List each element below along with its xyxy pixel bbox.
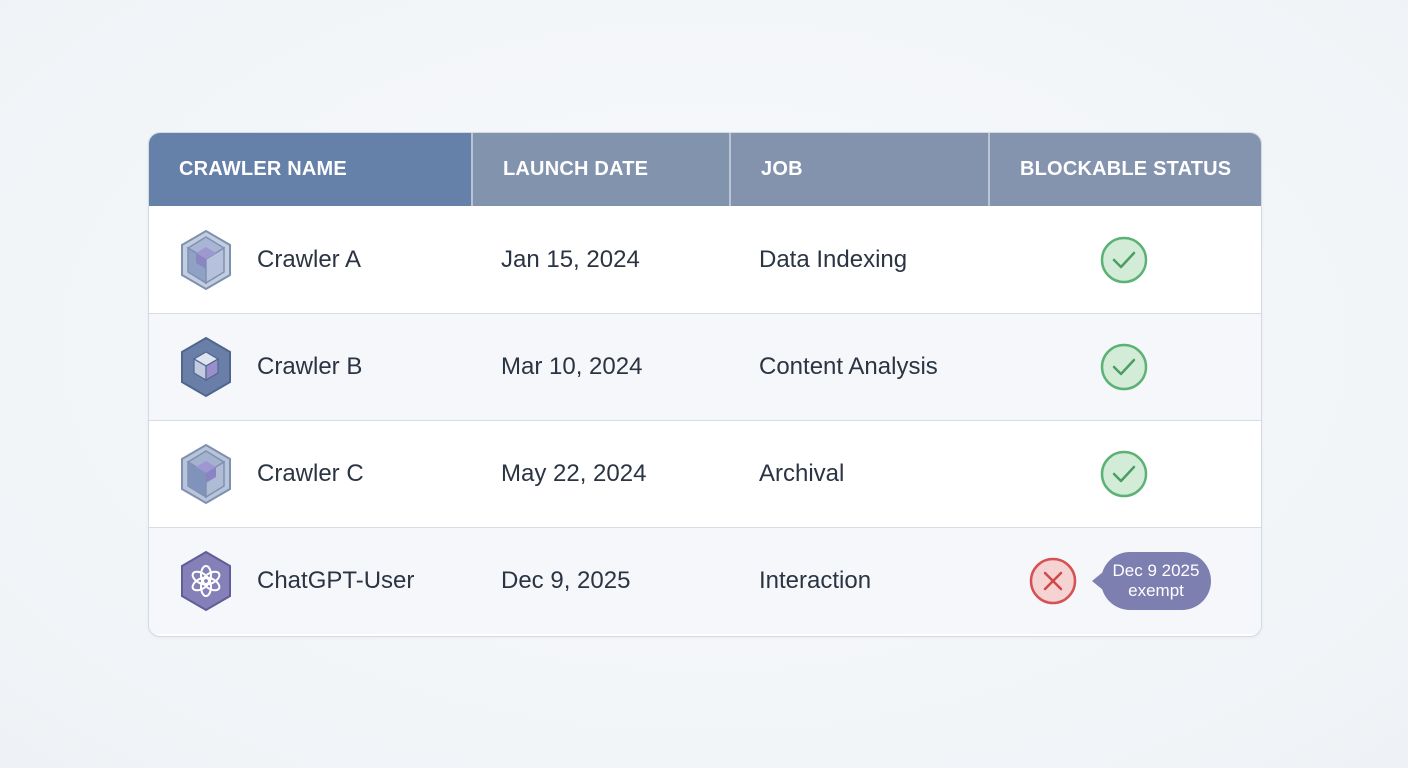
- job-cell: Archival: [759, 460, 845, 487]
- name-cell: Crawler C: [149, 421, 471, 527]
- crawler-name: Crawler B: [257, 353, 363, 380]
- crawler-table: CRAWLER NAME LAUNCH DATE JOB BLOCKABLE S…: [148, 132, 1262, 637]
- header-launch-date[interactable]: LAUNCH DATE: [471, 133, 729, 206]
- date-cell: Mar 10, 2024: [501, 353, 643, 380]
- job-cell: Content Analysis: [759, 353, 938, 380]
- check-circle-icon: [1100, 343, 1148, 391]
- crawler-name: Crawler C: [257, 460, 364, 487]
- openai-logo-icon: [181, 550, 231, 612]
- table-header: CRAWLER NAME LAUNCH DATE JOB BLOCKABLE S…: [149, 133, 1261, 206]
- table-row[interactable]: Crawler A Jan 15, 2024 Data Indexing: [149, 206, 1261, 313]
- crawler-name: ChatGPT-User: [257, 567, 415, 594]
- status-cell: [988, 314, 1261, 420]
- exempt-badge-label: exempt: [1128, 581, 1184, 600]
- cube-hexagon-icon: [181, 229, 231, 290]
- status-cell: [988, 206, 1261, 313]
- exempt-badge-date: Dec 9 2025: [1112, 561, 1200, 580]
- check-circle-icon: [1100, 236, 1148, 283]
- header-blockable-status[interactable]: BLOCKABLE STATUS: [988, 133, 1261, 206]
- cube-hexagon-icon: [181, 336, 231, 398]
- table-row[interactable]: ChatGPT-User Dec 9, 2025 Interaction Dec…: [149, 527, 1261, 634]
- status-cell: [988, 421, 1261, 527]
- table-row[interactable]: Crawler B Mar 10, 2024 Content Analysis: [149, 313, 1261, 420]
- table-row[interactable]: Crawler C May 22, 2024 Archival: [149, 420, 1261, 527]
- cube-hexagon-icon: [181, 443, 231, 505]
- name-cell: Crawler A: [149, 206, 471, 313]
- crawler-name: Crawler A: [257, 245, 362, 273]
- x-circle-icon: [1029, 557, 1077, 605]
- job-cell: Interaction: [759, 567, 872, 594]
- exempt-badge: Dec 9 2025 exempt: [1101, 552, 1211, 610]
- job-cell: Data Indexing: [759, 245, 908, 273]
- name-cell: ChatGPT-User: [149, 528, 471, 634]
- header-job[interactable]: JOB: [729, 133, 988, 206]
- header-crawler-name[interactable]: CRAWLER NAME: [149, 133, 471, 206]
- date-cell: Dec 9, 2025: [501, 567, 631, 594]
- check-circle-icon: [1100, 450, 1148, 498]
- name-cell: Crawler B: [149, 314, 471, 420]
- date-cell: May 22, 2024: [501, 460, 647, 487]
- date-cell: Jan 15, 2024: [501, 245, 640, 273]
